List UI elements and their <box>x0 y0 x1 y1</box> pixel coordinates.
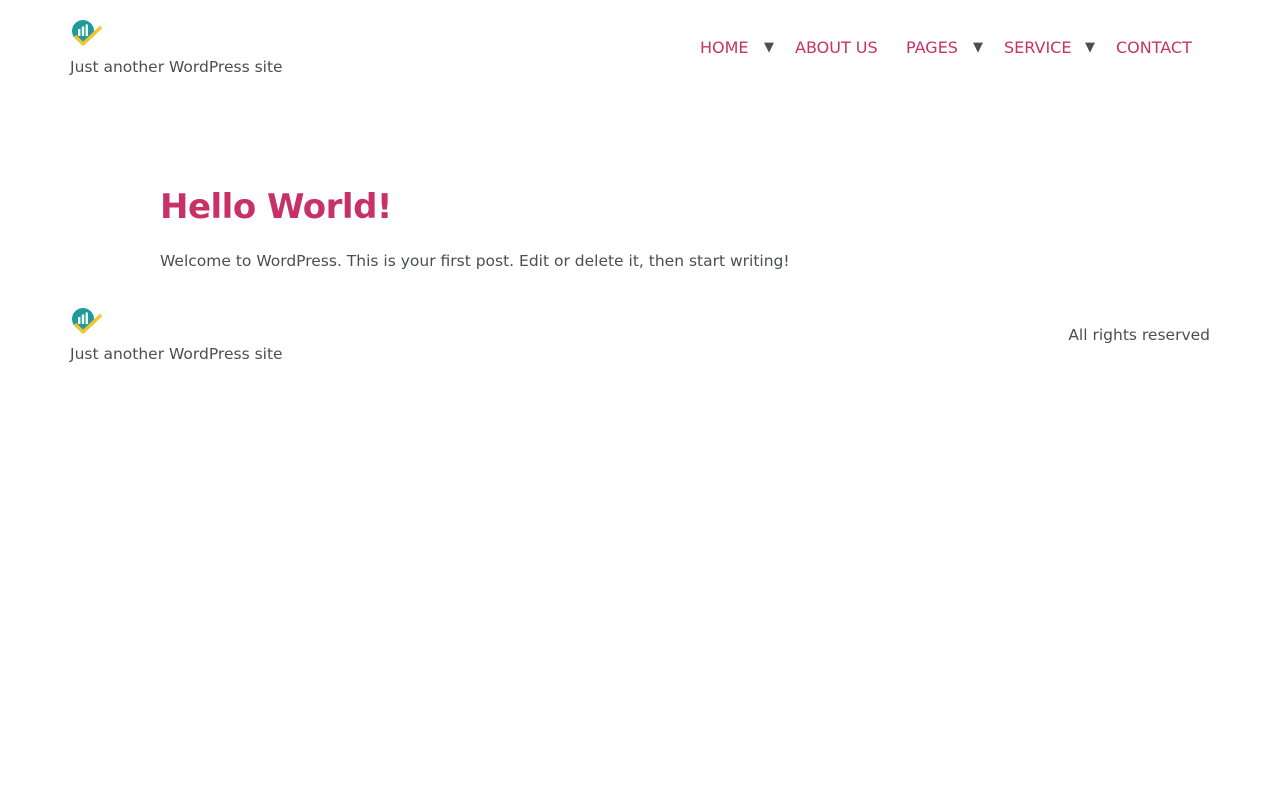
chevron-down-icon[interactable]: ▼ <box>1085 36 1095 60</box>
nav-item-about-us[interactable]: ABOUT US <box>795 36 878 60</box>
site-header: Just another WordPress site HOME ▼ ABOUT… <box>0 0 1280 100</box>
nav-item-home[interactable]: HOME <box>700 36 749 60</box>
post-title[interactable]: Hello World! <box>160 184 1120 230</box>
main-navigation: HOME ▼ ABOUT US PAGES ▼ SERVICE ▼ CONTAC… <box>0 36 1280 60</box>
nav-item-service[interactable]: SERVICE <box>1004 36 1071 60</box>
site-tagline: Just another WordPress site <box>70 58 283 76</box>
page: Just another WordPress site HOME ▼ ABOUT… <box>0 0 1280 800</box>
footer-logo-link[interactable] <box>70 306 102 336</box>
copyright-text: All rights reserved <box>1068 326 1210 344</box>
footer-tagline: Just another WordPress site <box>70 345 283 363</box>
nav-item-contact[interactable]: CONTACT <box>1116 36 1192 60</box>
post: Hello World! Welcome to WordPress. This … <box>160 184 1120 272</box>
post-excerpt: Welcome to WordPress. This is your first… <box>160 252 790 270</box>
nav-item-pages[interactable]: PAGES <box>906 36 958 60</box>
site-footer: Just another WordPress site All rights r… <box>0 300 1280 380</box>
bar-chart-checkmark-logo-icon <box>72 308 102 334</box>
chevron-down-icon[interactable]: ▼ <box>764 36 774 60</box>
chevron-down-icon[interactable]: ▼ <box>973 36 983 60</box>
